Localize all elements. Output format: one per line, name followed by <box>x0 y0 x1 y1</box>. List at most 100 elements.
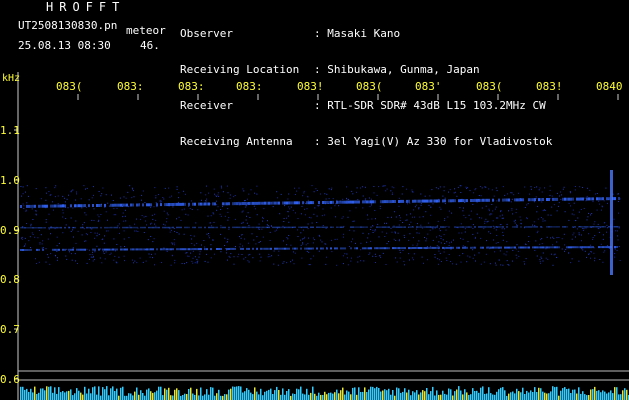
signal-trace-segment <box>28 204 30 208</box>
noise-pixel <box>282 262 284 264</box>
noise-pixel <box>425 240 427 242</box>
signal-trace-segment <box>276 247 278 250</box>
noise-pixel <box>417 223 418 225</box>
noise-pixel <box>502 217 504 219</box>
signal-trace-segment <box>462 199 464 203</box>
noise-pixel <box>470 218 472 220</box>
noise-pixel <box>579 186 581 188</box>
noise-pixel <box>128 205 130 207</box>
noise-pixel <box>572 234 574 236</box>
noise-pixel <box>248 261 250 263</box>
noise-bar <box>286 391 288 400</box>
noise-pixel <box>190 252 192 254</box>
noise-pixel <box>311 185 313 187</box>
signal-trace-segment <box>244 202 246 205</box>
noise-pixel <box>510 201 512 203</box>
noise-pixel <box>262 216 263 218</box>
noise-pixel <box>266 224 268 226</box>
noise-pixel <box>178 233 180 235</box>
noise-pixel <box>418 208 420 210</box>
noise-bar <box>378 388 380 400</box>
noise-pixel <box>393 238 395 240</box>
signal-trace-segment <box>108 226 110 229</box>
noise-pixel <box>391 194 393 195</box>
noise-pixel <box>155 225 157 227</box>
signal-trace-segment <box>310 226 312 228</box>
noise-pixel <box>346 197 347 199</box>
noise-pixel <box>242 245 243 247</box>
noise-pixel <box>234 195 236 196</box>
noise-pixel <box>105 211 107 213</box>
noise-pixel <box>499 224 501 226</box>
signal-trace-segment <box>172 248 174 251</box>
signal-trace-segment <box>188 248 190 251</box>
noise-pixel <box>303 238 305 240</box>
noise-bar <box>564 387 566 400</box>
signal-trace-segment <box>466 246 468 249</box>
noise-pixel <box>215 200 217 202</box>
noise-pixel <box>67 207 69 209</box>
noise-pixel <box>586 256 587 258</box>
noise-pixel <box>479 217 481 219</box>
signal-trace-segment <box>458 226 460 228</box>
noise-pixel <box>20 186 22 187</box>
noise-pixel <box>97 220 99 222</box>
noise-pixel <box>472 249 474 251</box>
noise-pixel <box>444 243 446 244</box>
signal-trace-segment <box>226 248 228 250</box>
signal-trace-segment <box>246 226 248 229</box>
signal-trace-segment <box>526 226 528 228</box>
noise-pixel <box>399 239 400 241</box>
signal-trace-segment <box>504 198 506 202</box>
signal-trace-segment <box>80 226 82 229</box>
signal-trace-segment <box>482 226 484 228</box>
noise-pixel <box>432 239 434 241</box>
noise-bar <box>252 394 254 400</box>
noise-pixel <box>332 198 334 200</box>
noise-bar <box>100 395 102 400</box>
noise-bar <box>616 387 618 400</box>
noise-bar <box>76 388 78 400</box>
noise-bar <box>364 387 366 400</box>
signal-trace-segment <box>284 201 286 205</box>
noise-bar <box>434 395 436 400</box>
noise-pixel <box>58 242 60 244</box>
signal-trace-segment <box>24 249 26 251</box>
noise-pixel <box>370 198 372 200</box>
noise-pixel <box>261 228 263 230</box>
noise-pixel <box>161 262 163 263</box>
noise-pixel <box>445 257 447 259</box>
signal-trace-segment <box>540 246 542 249</box>
signal-trace-segment <box>428 226 430 228</box>
signal-trace-segment <box>450 199 452 203</box>
signal-trace-segment <box>466 199 468 203</box>
noise-pixel <box>91 219 93 221</box>
noise-bar <box>282 388 284 400</box>
signal-trace-segment <box>618 197 620 200</box>
noise-pixel <box>582 227 583 229</box>
noise-pixel <box>524 207 526 208</box>
noise-pixel <box>421 256 423 258</box>
noise-pixel <box>129 225 131 227</box>
noise-pixel <box>47 238 49 240</box>
signal-trace-segment <box>540 198 542 202</box>
noise-pixel <box>434 256 436 258</box>
noise-pixel <box>596 193 598 194</box>
signal-trace-segment <box>138 203 140 207</box>
noise-pixel <box>399 252 401 254</box>
noise-pixel <box>368 197 370 199</box>
signal-trace-segment <box>330 200 332 204</box>
noise-pixel <box>166 251 168 252</box>
signal-trace-segment <box>292 247 294 250</box>
signal-trace-segment <box>350 226 352 228</box>
noise-pixel <box>89 254 91 256</box>
noise-pixel <box>459 207 461 209</box>
noise-bar <box>294 394 296 400</box>
signal-trace-segment <box>434 199 436 203</box>
noise-pixel <box>553 204 555 206</box>
noise-pixel <box>174 262 176 264</box>
noise-pixel <box>539 259 541 261</box>
noise-pixel <box>295 212 296 214</box>
noise-pixel <box>165 221 167 223</box>
noise-pixel <box>550 214 552 216</box>
